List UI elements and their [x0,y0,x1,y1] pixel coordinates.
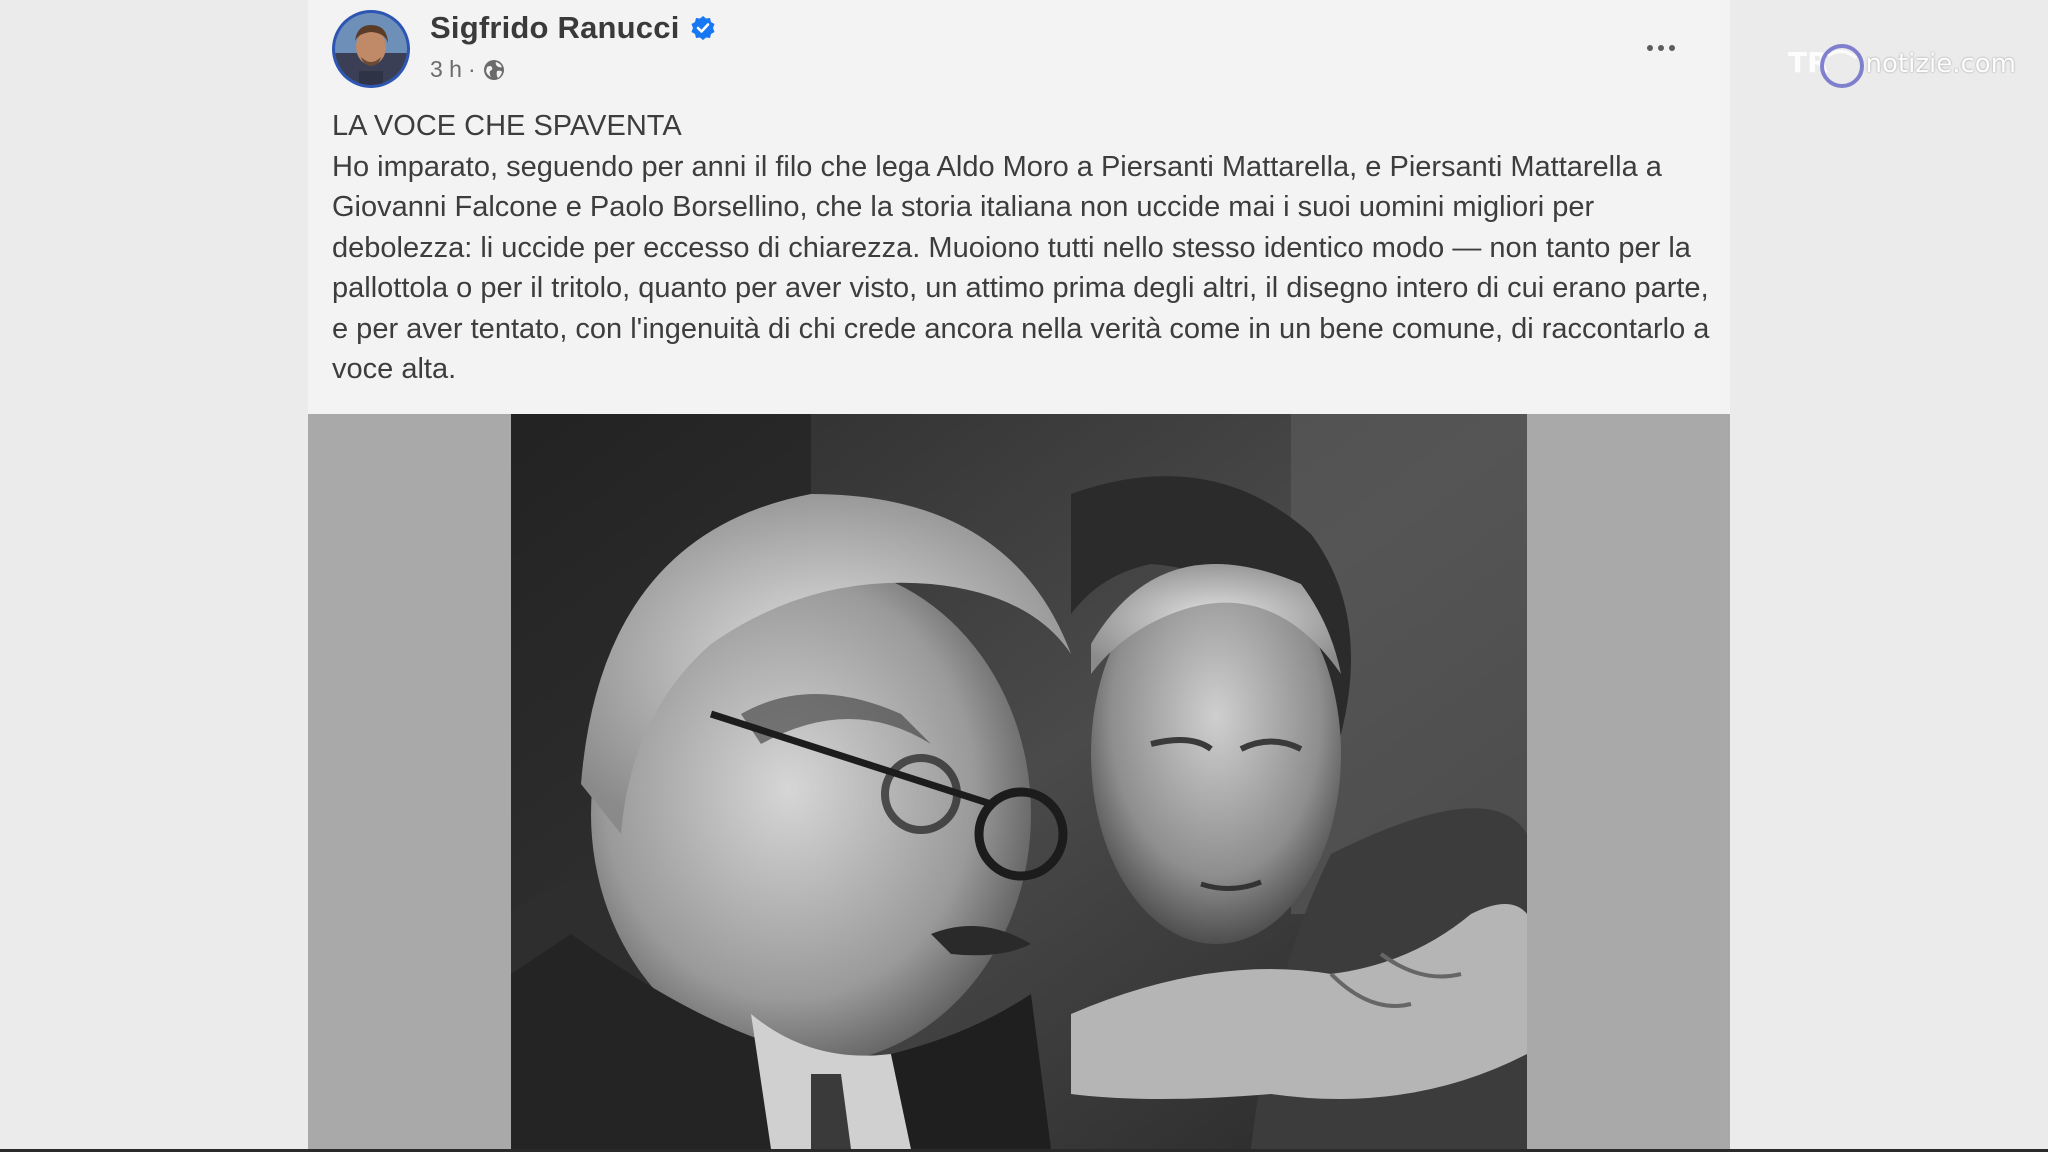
post-text: LA VOCE CHE SPAVENTA Ho imparato, seguen… [332,106,1712,390]
globe-icon [482,58,506,82]
trm-logo: TR [1788,36,1866,92]
meta-separator: · [467,56,476,82]
author-name[interactable]: Sigfrido Ranucci [430,10,680,46]
post-photo[interactable] [511,414,1527,1149]
screen: Sigfrido Ranucci 3 h · LA VOCE CHE SPAVE… [0,0,2048,1152]
verified-badge-icon [690,15,716,41]
post-timestamp[interactable]: 3 h [430,56,462,83]
watermark-text: notizie.com [1865,49,2016,79]
more-options-button[interactable] [1634,30,1688,66]
channel-watermark: TR notizie.com [1788,36,2016,92]
author-avatar[interactable] [332,10,410,88]
post-title: LA VOCE CHE SPAVENTA [332,110,682,142]
author-line: Sigfrido Ranucci [430,10,716,46]
post-meta: 3 h · [430,56,506,83]
more-options-icon [1647,45,1653,51]
post-photo-frame [308,414,1730,1149]
post-body: Ho imparato, seguendo per anni il filo c… [332,150,1710,386]
facebook-post: Sigfrido Ranucci 3 h · LA VOCE CHE SPAVE… [308,0,1730,415]
